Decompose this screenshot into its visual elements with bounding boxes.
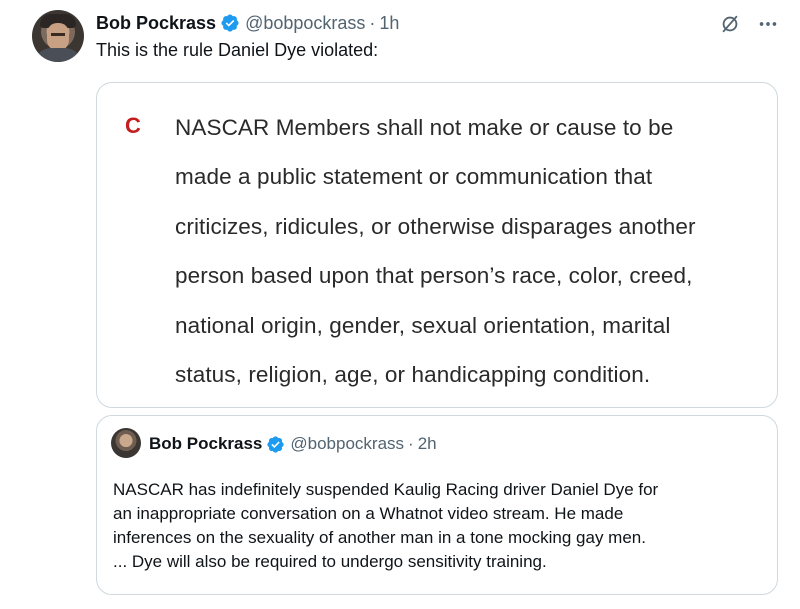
rule-line: person based upon that person’s race, co… [175,263,693,289]
author-handle[interactable]: @bobpockrass [245,13,365,34]
author-name[interactable]: Bob Pockrass [96,13,216,34]
tweet-top-actions [718,12,780,36]
quoted-author-name[interactable]: Bob Pockrass [149,434,262,454]
quoted-tweet[interactable]: Bob Pockrass @bobpockrass · 2h NASCAR ha… [96,415,778,595]
rule-text-block: NASCAR Members shall not make or cause t… [175,103,715,400]
quoted-text-line: NASCAR has indefinitely suspended Kaulig… [113,480,659,499]
quoted-author-handle[interactable]: @bobpockrass [290,434,404,454]
rule-image[interactable]: C NASCAR Members shall not make or cause… [96,82,778,408]
slashed-circle-icon[interactable] [718,12,742,36]
tweet-timestamp[interactable]: 1h [379,13,399,34]
rule-section-letter: C [125,113,141,138]
rule-line: status, religion, age, or handicapping c… [175,362,651,388]
quoted-text-line: ... Dye will also be required to undergo… [113,552,547,571]
verified-badge-icon [266,435,285,454]
tweet-text: This is the rule Daniel Dye violated: [96,40,379,60]
rule-line: criticizes, ridicules, or otherwise disp… [175,213,696,239]
quoted-tweet-header: Bob Pockrass @bobpockrass · 2h [149,434,437,454]
quoted-text-line: inferences on the sexuality of another m… [113,528,646,547]
quoted-tweet-timestamp[interactable]: 2h [418,434,437,454]
tweet-header: Bob Pockrass @bobpockrass · 1h [96,12,399,34]
avatar-shoulders [32,48,84,62]
quoted-tweet-text: NASCAR has indefinitely suspended Kaulig… [113,478,773,574]
rule-line: national origin, gender, sexual orientat… [175,312,671,338]
author-avatar[interactable] [32,10,84,62]
verified-badge-icon [220,13,240,33]
rule-line: NASCAR Members shall not make or cause t… [175,114,674,140]
rule-line: made a public statement or communication… [175,164,653,190]
avatar-eyes [51,33,65,39]
more-horizontal-icon[interactable] [756,12,780,36]
quoted-text-line: an inappropriate conversation on a Whatn… [113,504,624,523]
quoted-author-avatar[interactable] [111,428,141,458]
separator-dot: · [369,12,376,33]
separator-dot: · [408,434,414,453]
